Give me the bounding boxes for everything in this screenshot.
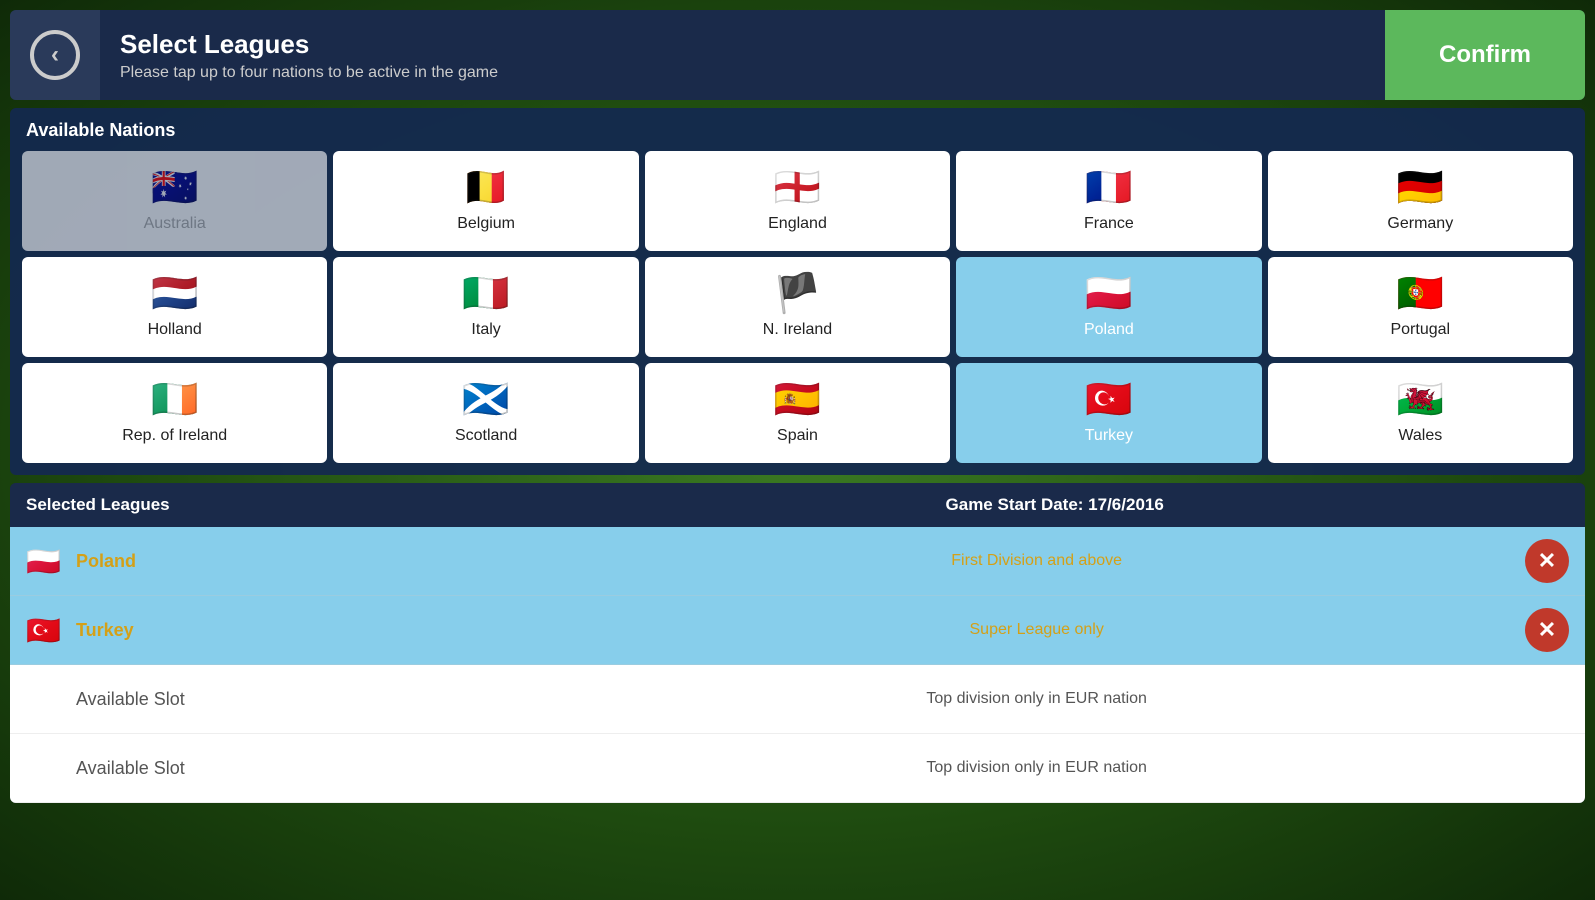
nation-card-wales[interactable]: 🏴󠁧󠁢󠁷󠁬󠁳󠁿 Wales	[1268, 363, 1573, 463]
scotland-flag: 🏴󠁧󠁢󠁳󠁣󠁴󠁿	[462, 381, 509, 419]
nation-card-italy[interactable]: 🇮🇹 Italy	[333, 257, 638, 357]
nation-card-turkey[interactable]: 🇹🇷 Turkey	[956, 363, 1261, 463]
league-row-division-2: Top division only in EUR nation	[556, 690, 1517, 708]
france-flag: 🇫🇷	[1085, 169, 1132, 207]
nation-card-scotland[interactable]: 🏴󠁧󠁢󠁳󠁣󠁴󠁿 Scotland	[333, 363, 638, 463]
australia-flag: 🇦🇺	[151, 169, 198, 207]
nation-card-holland[interactable]: 🇳🇱 Holland	[22, 257, 327, 357]
australia-name: Australia	[144, 215, 206, 233]
france-name: France	[1084, 215, 1134, 233]
n_ireland-name: N. Ireland	[763, 321, 832, 339]
germany-name: Germany	[1387, 215, 1453, 233]
holland-name: Holland	[148, 321, 202, 339]
nations-panel: Available Nations 🇦🇺 Australia 🇧🇪 Belgium 🏴󠁧…	[10, 108, 1585, 475]
empty-slot-2	[1525, 677, 1569, 721]
nation-card-rep_ireland[interactable]: 🇮🇪 Rep. of Ireland	[22, 363, 327, 463]
remove-league-button-1[interactable]: ✕	[1525, 608, 1569, 652]
nation-card-n_ireland[interactable]: 🏴 N. Ireland	[645, 257, 950, 357]
rep_ireland-name: Rep. of Ireland	[122, 427, 227, 445]
nation-card-germany[interactable]: 🇩🇪 Germany	[1268, 151, 1573, 251]
nation-card-spain[interactable]: 🇪🇸 Spain	[645, 363, 950, 463]
belgium-flag: 🇧🇪	[462, 169, 509, 207]
league-row-1: 🇹🇷TurkeySuper League only ✕	[10, 596, 1585, 665]
spain-flag: 🇪🇸	[774, 381, 821, 419]
league-row-country-1: Turkey	[76, 620, 556, 641]
leagues-panel: Selected Leagues Game Start Date: 17/6/2…	[10, 483, 1585, 803]
scotland-name: Scotland	[455, 427, 517, 445]
league-row-country-0: Poland	[76, 551, 556, 572]
league-row-country-2: Available Slot	[76, 689, 556, 710]
portugal-name: Portugal	[1390, 321, 1450, 339]
league-row-division-3: Top division only in EUR nation	[556, 759, 1517, 777]
nation-card-australia[interactable]: 🇦🇺 Australia	[22, 151, 327, 251]
league-row-flag-0: 🇵🇱	[26, 545, 76, 578]
england-name: England	[768, 215, 827, 233]
italy-name: Italy	[471, 321, 500, 339]
portugal-flag: 🇵🇹	[1397, 275, 1444, 313]
england-flag: 🏴󠁧󠁢󠁥󠁮󠁧󠁿	[774, 169, 821, 207]
italy-flag: 🇮🇹	[462, 275, 509, 313]
wales-flag: 🏴󠁧󠁢󠁷󠁬󠁳󠁿	[1397, 381, 1444, 419]
n_ireland-flag: 🏴	[774, 275, 821, 313]
nations-grid: 🇦🇺 Australia 🇧🇪 Belgium 🏴󠁧󠁢󠁥󠁮󠁧󠁿 England 🇫🇷 Fran…	[22, 151, 1573, 463]
league-row-3: Available SlotTop division only in EUR n…	[10, 734, 1585, 803]
belgium-name: Belgium	[457, 215, 515, 233]
empty-slot-3	[1525, 746, 1569, 790]
poland-flag: 🇵🇱	[1085, 275, 1132, 313]
back-button[interactable]: ‹	[10, 10, 100, 100]
league-rows-container: 🇵🇱PolandFirst Division and above✕🇹🇷Turke…	[10, 527, 1585, 803]
page-subtitle: Please tap up to four nations to be acti…	[120, 64, 1365, 82]
nation-card-poland[interactable]: 🇵🇱 Poland	[956, 257, 1261, 357]
turkey-name: Turkey	[1085, 427, 1133, 445]
remove-league-button-0[interactable]: ✕	[1525, 539, 1569, 583]
header-text: Select Leagues Please tap up to four nat…	[100, 10, 1385, 100]
league-row-division-0: First Division and above	[556, 552, 1517, 570]
league-row-flag-1: 🇹🇷	[26, 614, 76, 647]
league-row-0: 🇵🇱PolandFirst Division and above ✕	[10, 527, 1585, 596]
leagues-header-date: Game Start Date: 17/6/2016	[540, 495, 1569, 515]
back-arrow-icon: ‹	[30, 30, 80, 80]
nation-card-portugal[interactable]: 🇵🇹 Portugal	[1268, 257, 1573, 357]
germany-flag: 🇩🇪	[1397, 169, 1444, 207]
turkey-flag: 🇹🇷	[1085, 381, 1132, 419]
rep_ireland-flag: 🇮🇪	[151, 381, 198, 419]
poland-name: Poland	[1084, 321, 1134, 339]
league-row-2: Available SlotTop division only in EUR n…	[10, 665, 1585, 734]
leagues-header: Selected Leagues Game Start Date: 17/6/2…	[10, 483, 1585, 527]
remove-icon-1: ✕	[1538, 619, 1556, 641]
league-row-division-1: Super League only	[556, 621, 1517, 639]
nation-card-belgium[interactable]: 🇧🇪 Belgium	[333, 151, 638, 251]
holland-flag: 🇳🇱	[151, 275, 198, 313]
league-row-country-3: Available Slot	[76, 758, 556, 779]
remove-icon-0: ✕	[1538, 550, 1556, 572]
nation-card-england[interactable]: 🏴󠁧󠁢󠁥󠁮󠁧󠁿 England	[645, 151, 950, 251]
confirm-label: Confirm	[1439, 41, 1531, 69]
page-title: Select Leagues	[120, 29, 1365, 60]
leagues-header-selected: Selected Leagues	[26, 495, 540, 515]
nation-card-france[interactable]: 🇫🇷 France	[956, 151, 1261, 251]
spain-name: Spain	[777, 427, 818, 445]
confirm-button[interactable]: Confirm	[1385, 10, 1585, 100]
header: ‹ Select Leagues Please tap up to four n…	[10, 10, 1585, 100]
nations-panel-title: Available Nations	[22, 120, 1573, 141]
wales-name: Wales	[1398, 427, 1442, 445]
